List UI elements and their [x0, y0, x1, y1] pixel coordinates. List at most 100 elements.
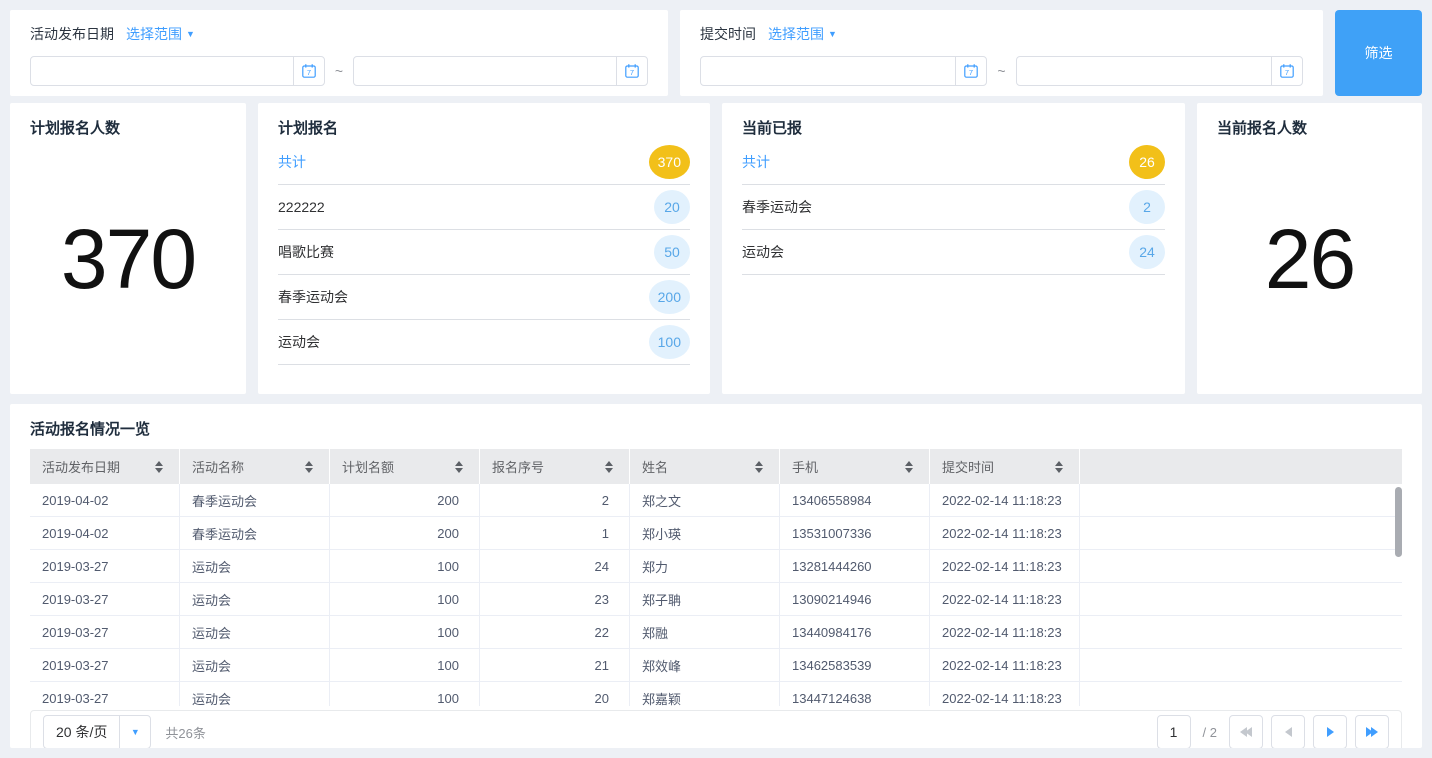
table-cell-filler	[1080, 484, 1402, 516]
table-cell: 郑子聃	[630, 583, 780, 615]
count-badge: 370	[649, 145, 690, 179]
total-count-label: 共26条	[165, 723, 205, 742]
column-header-label: 手机	[792, 457, 818, 476]
sort-icon[interactable]	[755, 461, 763, 473]
submit-time-start-group: 7	[700, 56, 987, 86]
current-total-card: 当前报名人数 26	[1197, 103, 1422, 394]
column-header[interactable]: 活动名称	[180, 449, 330, 484]
submit-time-end-input[interactable]	[1016, 56, 1272, 86]
column-header-label: 计划名额	[342, 457, 394, 476]
table-row: 2019-03-27运动会10020郑嘉颖134471246382022-02-…	[30, 682, 1402, 706]
submit-time-filter-header: 提交时间 选择范围 ▼	[700, 24, 1303, 44]
svg-text:7: 7	[969, 68, 973, 77]
column-header[interactable]: 提交时间	[930, 449, 1080, 484]
sort-icon[interactable]	[1055, 461, 1063, 473]
first-page-button[interactable]	[1229, 715, 1263, 748]
count-badge: 20	[654, 190, 690, 224]
table-cell: 郑力	[630, 550, 780, 582]
publish-date-start-input[interactable]	[30, 56, 294, 86]
sort-icon[interactable]	[905, 461, 913, 473]
sort-icon[interactable]	[155, 461, 163, 473]
submit-time-start-input[interactable]	[700, 56, 956, 86]
table-cell: 2019-03-27	[30, 616, 180, 648]
column-header[interactable]: 姓名	[630, 449, 780, 484]
table-row: 2019-03-27运动会10024郑力132814442602022-02-1…	[30, 550, 1402, 583]
table-cell: 2022-02-14 11:18:23	[930, 616, 1080, 648]
publish-date-end-input[interactable]	[353, 56, 617, 86]
list-item: 共计26	[742, 140, 1165, 185]
table-cell: 20	[480, 682, 630, 706]
current-total-value: 26	[1217, 138, 1402, 380]
pagination-bar: 20 条/页 ▼ 共26条 / 2	[30, 710, 1402, 748]
list-item: 运动会24	[742, 230, 1165, 275]
table-cell: 13462583539	[780, 649, 930, 681]
submit-time-label: 提交时间	[700, 24, 756, 44]
date-range-separator: ~	[997, 63, 1005, 79]
current-breakdown-title: 当前已报	[742, 117, 1165, 138]
pagination-left: 20 条/页 ▼ 共26条	[43, 715, 206, 748]
publish-date-range-link[interactable]: 选择范围	[126, 24, 182, 44]
table-cell: 运动会	[180, 649, 330, 681]
pagination-right: / 2	[1157, 715, 1389, 748]
stat-cards-row: 计划报名人数 370 计划报名 共计37022222220唱歌比赛50春季运动会…	[10, 103, 1422, 394]
table-cell: 100	[330, 649, 480, 681]
filter-button[interactable]: 筛选	[1335, 10, 1422, 96]
table-cell: 郑之文	[630, 484, 780, 516]
last-page-button[interactable]	[1355, 715, 1389, 748]
svg-text:7: 7	[630, 68, 634, 77]
chevron-down-icon: ▼	[186, 29, 195, 39]
list-item-label: 运动会	[278, 332, 320, 352]
table-row: 2019-04-02春季运动会2001郑小瑛135310073362022-02…	[30, 517, 1402, 550]
list-item: 共计370	[278, 140, 690, 185]
table-cell: 13531007336	[780, 517, 930, 549]
publish-date-inputs: 7 ~ 7	[30, 56, 648, 86]
table-body: 2019-04-02春季运动会2002郑之文134065589842022-02…	[30, 484, 1402, 706]
count-badge: 24	[1129, 235, 1165, 269]
submit-time-range-link[interactable]: 选择范围	[768, 24, 824, 44]
submit-time-inputs: 7 ~ 7	[700, 56, 1303, 86]
publish-date-start-group: 7	[30, 56, 325, 86]
table-row: 2019-03-27运动会10022郑融134409841762022-02-1…	[30, 616, 1402, 649]
planned-total-title: 计划报名人数	[30, 117, 226, 138]
table-cell: 2019-03-27	[30, 550, 180, 582]
table-cell: 春季运动会	[180, 484, 330, 516]
current-breakdown-card: 当前已报 共计26春季运动会2运动会24	[722, 103, 1185, 394]
next-page-button[interactable]	[1313, 715, 1347, 748]
sort-icon[interactable]	[305, 461, 313, 473]
table-cell: 运动会	[180, 550, 330, 582]
table-cell: 100	[330, 583, 480, 615]
calendar-icon: 7	[301, 63, 317, 79]
page-number-input[interactable]	[1157, 715, 1191, 748]
table-cell: 2019-04-02	[30, 484, 180, 516]
column-header[interactable]: 报名序号	[480, 449, 630, 484]
table-cell: 100	[330, 616, 480, 648]
publish-date-start-calendar-button[interactable]: 7	[293, 56, 325, 86]
column-header[interactable]: 计划名额	[330, 449, 480, 484]
table-cell: 2022-02-14 11:18:23	[930, 649, 1080, 681]
chevron-right-icon	[1327, 727, 1334, 737]
filter-row: 活动发布日期 选择范围 ▼ 7 ~	[10, 10, 1422, 96]
svg-text:7: 7	[307, 68, 311, 77]
table-row: 2019-04-02春季运动会2002郑之文134065589842022-02…	[30, 484, 1402, 517]
calendar-icon: 7	[624, 63, 640, 79]
list-item: 唱歌比赛50	[278, 230, 690, 275]
previous-page-button[interactable]	[1271, 715, 1305, 748]
publish-date-end-calendar-button[interactable]: 7	[616, 56, 648, 86]
sort-icon[interactable]	[605, 461, 613, 473]
table-row: 2019-03-27运动会10023郑子聃130902149462022-02-…	[30, 583, 1402, 616]
table-cell-filler	[1080, 649, 1402, 681]
table-scrollbar-thumb[interactable]	[1395, 487, 1402, 557]
column-header[interactable]: 手机	[780, 449, 930, 484]
submit-time-end-calendar-button[interactable]: 7	[1271, 56, 1303, 86]
list-item: 春季运动会2	[742, 185, 1165, 230]
page-size-select[interactable]: 20 条/页 ▼	[43, 715, 151, 748]
submit-time-start-calendar-button[interactable]: 7	[955, 56, 987, 86]
chevron-down-icon: ▼	[828, 29, 837, 39]
count-badge: 200	[649, 280, 690, 314]
table-cell: 100	[330, 682, 480, 706]
sort-icon[interactable]	[455, 461, 463, 473]
list-item: 春季运动会200	[278, 275, 690, 320]
table-title: 活动报名情况一览	[30, 418, 1402, 439]
column-header[interactable]: 活动发布日期	[30, 449, 180, 484]
table-cell: 23	[480, 583, 630, 615]
